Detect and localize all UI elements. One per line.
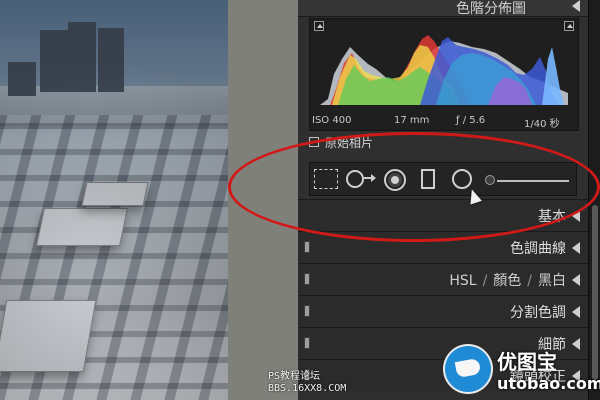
section-label-hsl: HSL / 顏色 / 黑白	[449, 270, 566, 290]
tab-color[interactable]: 顏色	[493, 273, 521, 289]
exif-aperture: ƒ / 5.6	[456, 115, 486, 126]
histogram-exif-info: ISO 400 17 mm ƒ / 5.6 1/40 秒	[310, 115, 578, 130]
photo-preview	[0, 0, 228, 400]
collapse-triangle-icon[interactable]	[572, 0, 580, 12]
utobao-watermark: 优图宝 utobao.com	[445, 346, 600, 400]
tab-hsl[interactable]: HSL	[449, 273, 476, 289]
highlight-clipping-indicator-icon[interactable]	[564, 21, 574, 31]
exif-focal-length: 17 mm	[394, 115, 430, 126]
histogram-display: ISO 400 17 mm ƒ / 5.6 1/40 秒	[309, 18, 579, 131]
histogram-graph	[310, 19, 578, 130]
panel-switch-icon[interactable]	[304, 337, 310, 349]
section-label: 色調曲線	[510, 241, 566, 257]
ps-forum-watermark: PS教程论坛 BBS.16XX8.COM	[268, 371, 364, 395]
photo-vignette	[0, 0, 228, 400]
brand-cn: 优图宝	[497, 350, 557, 374]
brand-en: utobao.com	[497, 374, 600, 393]
bird-logo-icon	[445, 346, 491, 392]
shadow-clipping-indicator-icon[interactable]	[314, 21, 324, 31]
collapse-triangle-icon[interactable]	[572, 242, 580, 254]
ps-watermark-line-1: PS教程论坛	[268, 371, 321, 382]
tab-separator: /	[527, 273, 532, 289]
collapse-triangle-icon[interactable]	[572, 274, 580, 286]
exif-iso: ISO 400	[312, 115, 352, 126]
section-hsl-color-bw[interactable]: HSL / 顏色 / 黑白	[298, 263, 600, 295]
panel-switch-icon[interactable]	[304, 305, 310, 317]
tab-bw[interactable]: 黑白	[538, 273, 566, 289]
section-split-toning[interactable]: 分割色調	[298, 295, 600, 327]
tab-separator: /	[482, 273, 488, 289]
panel-switch-icon[interactable]	[304, 241, 310, 253]
collapse-triangle-icon[interactable]	[572, 306, 580, 318]
exif-shutter: 1/40 秒	[524, 119, 560, 130]
highlight-ellipse	[228, 132, 600, 242]
histogram-header[interactable]: 色階分佈圖	[298, 0, 600, 17]
ps-watermark-line-2: BBS.16XX8.COM	[268, 383, 347, 394]
section-label: 分割色調	[510, 305, 566, 321]
histogram-title: 色階分佈圖	[456, 1, 526, 17]
panel-switch-icon[interactable]	[304, 273, 310, 285]
